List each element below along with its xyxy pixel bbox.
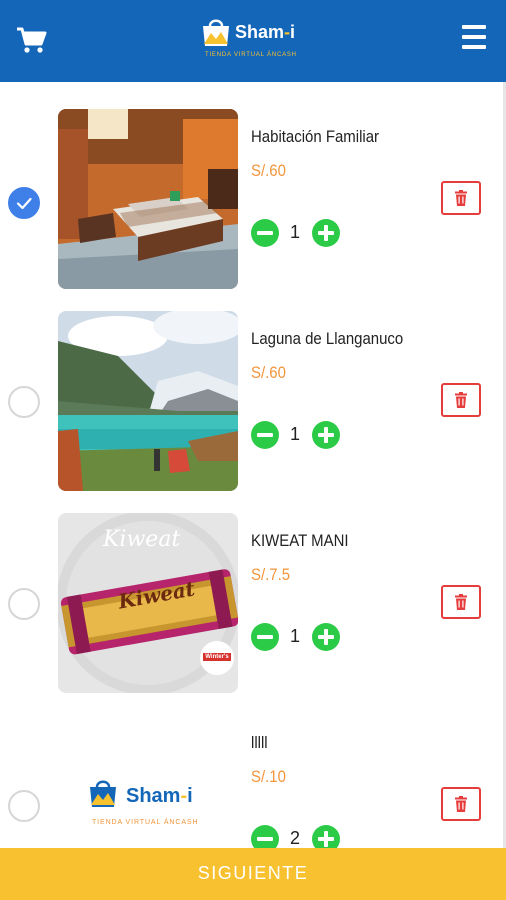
product-badge-text: Winter's	[205, 654, 229, 660]
item-select-checkbox[interactable]	[8, 386, 40, 418]
item-name: lllll	[251, 733, 268, 752]
top-app-bar: Sham-i TIENDA VIRTUAL ÁNCASH	[0, 0, 506, 82]
increase-quantity-button[interactable]	[312, 219, 340, 247]
delete-item-button[interactable]	[441, 383, 481, 417]
lagoon-photo[interactable]	[58, 311, 238, 491]
trash-icon	[455, 190, 467, 206]
item-name: Laguna de Llanganuco	[251, 329, 404, 348]
quantity-value: 1	[289, 424, 300, 444]
kiweat-snack-photo[interactable]: Kiweat Kiweat Winter's	[58, 513, 238, 693]
shopping-bag-logo-icon	[203, 19, 229, 46]
item-price: S/.60	[251, 161, 286, 180]
delete-item-button[interactable]	[441, 787, 481, 821]
sham-i-logo-placeholder[interactable]: Sham-i TIENDA VIRTUAL ÁNCASH	[58, 715, 238, 848]
decrease-quantity-button[interactable]	[251, 219, 279, 247]
checkmark-icon	[16, 197, 32, 210]
decrease-quantity-button[interactable]	[251, 421, 279, 449]
logo-tagline: TIENDA VIRTUAL ÁNCASH	[92, 819, 199, 826]
cart-list: Habitación Familiar S/.60 1 Laguna de Ll…	[0, 82, 506, 848]
increase-quantity-button[interactable]	[312, 421, 340, 449]
decrease-quantity-button[interactable]	[251, 825, 279, 848]
item-price: S/.10	[251, 767, 286, 786]
quantity-value: 2	[289, 828, 300, 848]
logo-tagline: TIENDA VIRTUAL ÁNCASH	[205, 52, 297, 58]
shopping-bag-logo-icon	[90, 780, 116, 807]
increase-quantity-button[interactable]	[312, 623, 340, 651]
product-brand-text: Kiweat	[103, 527, 181, 552]
cart-item: Sham-i TIENDA VIRTUAL ÁNCASH lllll S/.10…	[0, 708, 500, 848]
cart-item: Habitación Familiar S/.60 1	[0, 102, 500, 302]
next-button[interactable]: SIGUIENTE	[0, 848, 506, 900]
decrease-quantity-button[interactable]	[251, 623, 279, 651]
shopping-cart-icon[interactable]	[16, 26, 48, 54]
logo-wordmark: Sham-i	[126, 785, 193, 807]
increase-quantity-button[interactable]	[312, 825, 340, 848]
logo-wordmark: Sham-i	[235, 22, 296, 42]
quantity-value: 1	[289, 626, 300, 646]
delete-item-button[interactable]	[441, 585, 481, 619]
trash-icon	[455, 796, 467, 812]
delete-item-button[interactable]	[441, 181, 481, 215]
brand-logo[interactable]: Sham-i TIENDA VIRTUAL ÁNCASH	[197, 14, 317, 64]
item-price: S/.7.5	[251, 565, 291, 584]
item-price: S/.60	[251, 363, 286, 382]
quantity-value: 1	[289, 222, 300, 242]
item-name: Habitación Familiar	[251, 127, 380, 146]
item-select-checkbox[interactable]	[8, 790, 40, 822]
cart-item: Laguna de Llanganuco S/.60 1	[0, 304, 500, 504]
item-name: KIWEAT MANI	[251, 531, 349, 550]
trash-icon	[455, 594, 467, 610]
hotel-room-photo[interactable]	[58, 109, 238, 289]
cart-item: Kiweat Kiweat Winter's KIWEAT MANI S/.7.…	[0, 506, 500, 706]
trash-icon	[455, 392, 467, 408]
item-select-checkbox[interactable]	[8, 588, 40, 620]
hamburger-menu-icon[interactable]	[460, 25, 488, 51]
item-select-checkbox[interactable]	[8, 187, 40, 219]
